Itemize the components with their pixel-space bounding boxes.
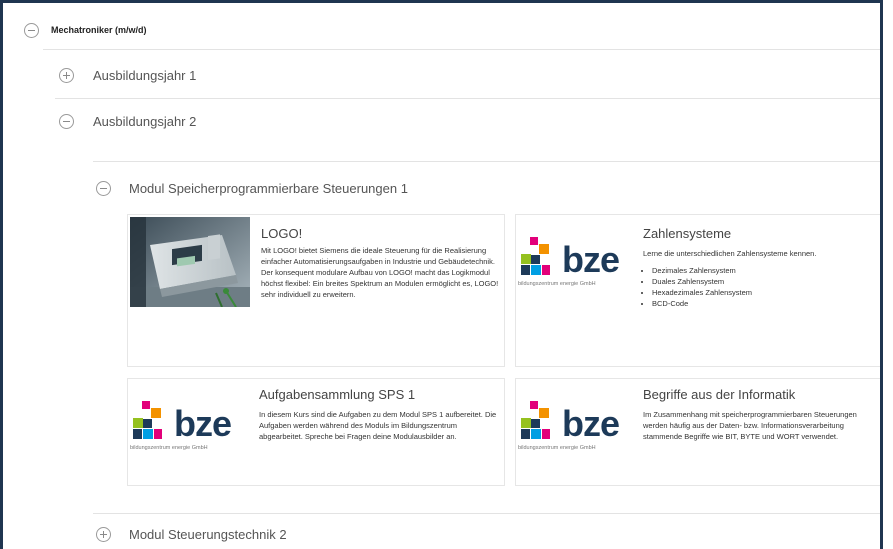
logo-device-image [130,217,250,307]
list-item: Hexadezimales Zahlensystem [652,287,880,298]
bze-wordmark: bze [562,239,620,280]
course-card-logo[interactable]: LOGO! Mit LOGO! bietet Siemens die ideal… [127,214,505,367]
course-card-zahlensysteme[interactable]: bze bildungszentrum energie GmbH Zahlens… [515,214,880,367]
bze-subtitle: bildungszentrum energie GmbH [518,445,596,451]
collapse-icon[interactable] [96,181,111,196]
collapse-icon[interactable] [24,23,39,38]
module-2-label[interactable]: Modul Steuerungstechnik 2 [129,527,287,542]
list-item: Dezimales Zahlensystem [652,265,880,276]
bze-squares-icon [133,401,162,439]
bze-squares-icon [521,237,550,275]
card-description: Lerne die unterschiedlichen Zahlensystem… [643,248,880,309]
divider [93,513,880,514]
card-description: Im Zusammenhang mit speicherprogrammierb… [643,410,857,441]
collapse-icon[interactable] [59,114,74,129]
course-card-aufgabensammlung[interactable]: bze bildungszentrum energie GmbH Aufgabe… [127,378,505,486]
card-title[interactable]: LOGO! [261,226,302,241]
bze-squares-icon [521,401,550,439]
bze-subtitle: bildungszentrum energie GmbH [518,281,596,287]
card-description: Mit LOGO! bietet Siemens die ideale Steu… [261,246,499,299]
divider [43,49,880,50]
card-title[interactable]: Aufgabensammlung SPS 1 [259,387,415,402]
course-overview-frame: Mechatroniker (m/w/d) Ausbildungsjahr 1 … [0,0,883,549]
year-2-label[interactable]: Ausbildungsjahr 2 [93,114,196,129]
bze-subtitle: bildungszentrum energie GmbH [130,445,208,451]
plc-device-illustration [130,217,250,307]
card-title[interactable]: Begriffe aus der Informatik [643,387,795,402]
divider [55,98,880,99]
bze-wordmark: bze [562,403,620,444]
card-intro: Lerne die unterschiedlichen Zahlensystem… [643,249,817,258]
divider [93,161,880,162]
year-1-label[interactable]: Ausbildungsjahr 1 [93,68,196,83]
module-1-label[interactable]: Modul Speicherprogrammierbare Steuerunge… [129,181,408,196]
expand-icon[interactable] [59,68,74,83]
course-card-begriffe[interactable]: bze bildungszentrum energie GmbH Begriff… [515,378,880,486]
card-title[interactable]: Zahlensysteme [643,226,731,241]
course-title[interactable]: Mechatroniker (m/w/d) [51,25,147,35]
bze-logo: bze bildungszentrum energie GmbH [518,401,636,455]
list-item: BCD-Code [652,298,880,309]
expand-icon[interactable] [96,527,111,542]
bze-logo: bze bildungszentrum energie GmbH [130,401,248,455]
card-description: In diesem Kurs sind die Aufgaben zu dem … [259,410,497,441]
bze-wordmark: bze [174,403,232,444]
list-item: Duales Zahlensystem [652,276,880,287]
bze-logo: bze bildungszentrum energie GmbH [518,237,636,291]
card-bullet-list: Dezimales Zahlensystem Duales Zahlensyst… [643,265,880,309]
